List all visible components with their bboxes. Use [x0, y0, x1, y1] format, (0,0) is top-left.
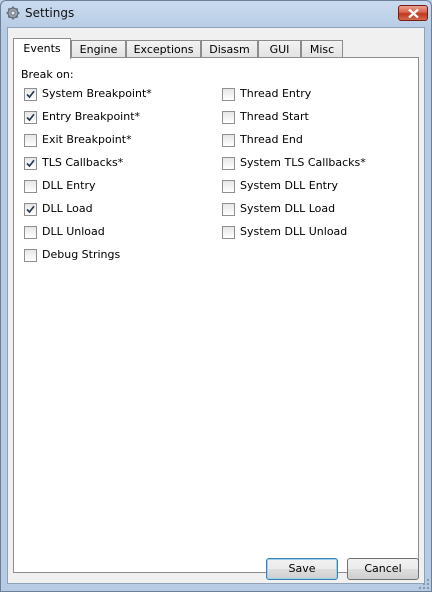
checkbox[interactable] [222, 134, 235, 147]
tab-engine[interactable]: Engine [71, 40, 126, 58]
checkbox[interactable] [24, 88, 37, 101]
checkbox-label: DLL Load [42, 202, 93, 215]
checkmark-icon [26, 205, 35, 214]
save-button[interactable]: Save [266, 558, 338, 580]
checkbox-label: DLL Entry [42, 179, 96, 192]
tab-disasm[interactable]: Disasm [201, 40, 258, 58]
checkbox-label: System Breakpoint* [42, 87, 152, 100]
tab-label: Exceptions [133, 43, 194, 56]
checkbox-label: Exit Breakpoint* [42, 133, 132, 146]
checkmark-icon [26, 113, 35, 122]
tab-gui[interactable]: GUI [258, 40, 301, 58]
tab-label: Events [23, 42, 61, 55]
checkbox[interactable] [24, 111, 37, 124]
checkbox[interactable] [222, 226, 235, 239]
checkbox[interactable] [24, 203, 37, 216]
checkbox-label: TLS Callbacks* [42, 156, 124, 169]
checkbox-label: DLL Unload [42, 225, 105, 238]
checkbox-label: Thread Start [240, 110, 309, 123]
checkbox-label: System DLL Load [240, 202, 336, 215]
checkbox[interactable] [24, 249, 37, 262]
checkbox-label: System TLS Callbacks* [240, 156, 366, 169]
close-icon [408, 9, 419, 18]
dialog-body: Events Engine Exceptions Disasm GUI Misc… [7, 27, 425, 584]
checkbox-label: Thread Entry [240, 87, 312, 100]
checkmark-icon [26, 159, 35, 168]
tab-label: Disasm [209, 43, 250, 56]
checkbox[interactable] [24, 157, 37, 170]
checkbox-label: Debug Strings [42, 248, 121, 261]
events-panel: Break on: System Breakpoint* Entry Break… [13, 57, 419, 573]
checkbox-label: System DLL Unload [240, 225, 348, 238]
checkbox[interactable] [222, 157, 235, 170]
cancel-button[interactable]: Cancel [347, 558, 419, 580]
gear-icon [6, 6, 20, 20]
checkbox[interactable] [222, 180, 235, 193]
checkbox[interactable] [222, 111, 235, 124]
tab-label: GUI [269, 43, 290, 56]
break-on-label: Break on: [21, 68, 74, 81]
close-button[interactable] [398, 5, 428, 21]
window-title: Settings [25, 6, 75, 20]
checkmark-icon [26, 90, 35, 99]
checkbox[interactable] [24, 226, 37, 239]
checkbox-label: Thread End [240, 133, 303, 146]
title-bar[interactable]: Settings [1, 1, 431, 27]
tab-events[interactable]: Events [13, 38, 71, 59]
checkbox[interactable] [24, 134, 37, 147]
settings-window: Settings Events Engine Exceptions Disasm… [0, 0, 432, 592]
tab-label: Engine [79, 43, 118, 56]
resize-grip-icon[interactable] [419, 579, 429, 589]
checkbox[interactable] [222, 203, 235, 216]
checkbox[interactable] [222, 88, 235, 101]
checkbox-label: Entry Breakpoint* [42, 110, 141, 123]
tab-exceptions[interactable]: Exceptions [126, 40, 201, 58]
tab-label: Misc [309, 43, 335, 56]
checkbox-label: System DLL Entry [240, 179, 339, 192]
checkbox[interactable] [24, 180, 37, 193]
tab-misc[interactable]: Misc [301, 40, 343, 58]
